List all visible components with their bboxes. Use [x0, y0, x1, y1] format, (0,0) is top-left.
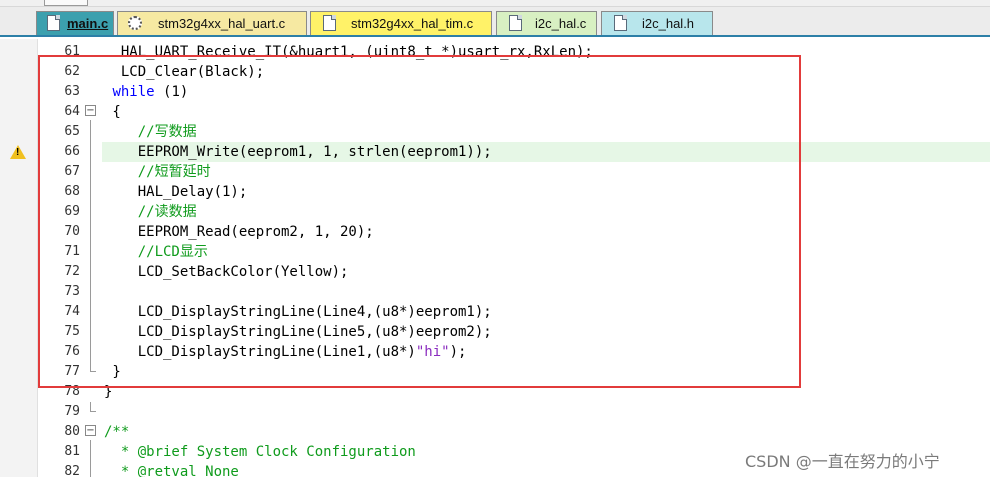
toolbar-fragment [44, 0, 88, 6]
fold-collapse-icon[interactable]: − [85, 425, 96, 436]
file-icon [614, 15, 627, 31]
code-line-79: 79 [0, 402, 990, 422]
tab-label: i2c_hal.c [535, 16, 587, 31]
code-comment[interactable]: /** [102, 422, 990, 442]
gear-file-icon [128, 16, 142, 30]
window-top-strip [0, 0, 990, 7]
tab-stm32g4xx-hal-uart-c[interactable]: stm32g4xx_hal_uart.c [117, 11, 307, 35]
warning-icon[interactable] [10, 145, 26, 159]
file-icon [47, 15, 60, 31]
code-text[interactable] [102, 402, 990, 422]
tab-label: stm32g4xx_hal_tim.c [351, 16, 474, 31]
line-number: 79 [64, 404, 80, 419]
tab-stm32g4xx-hal-tim-c[interactable]: stm32g4xx_hal_tim.c [310, 11, 492, 35]
watermark-text: CSDN @一直在努力的小宁 [745, 452, 940, 471]
line-number: 81 [64, 444, 80, 459]
editor-tab-bar: main.c stm32g4xx_hal_uart.c stm32g4xx_ha… [0, 7, 990, 37]
tab-main-c[interactable]: main.c [36, 11, 114, 35]
fold-end-marker [90, 402, 96, 412]
file-icon [509, 15, 522, 31]
code-line-80: 80 − /** [0, 422, 990, 442]
line-number: 82 [64, 464, 80, 477]
tab-label: i2c_hal.h [642, 16, 695, 31]
tab-label: main.c [67, 16, 109, 31]
annotation-highlight-box [38, 55, 801, 388]
tab-i2c-hal-h[interactable]: i2c_hal.h [601, 11, 713, 35]
line-number: 80 [64, 424, 80, 439]
tab-label: stm32g4xx_hal_uart.c [158, 16, 286, 31]
tab-i2c-hal-c[interactable]: i2c_hal.c [496, 11, 597, 35]
file-icon [323, 15, 336, 31]
